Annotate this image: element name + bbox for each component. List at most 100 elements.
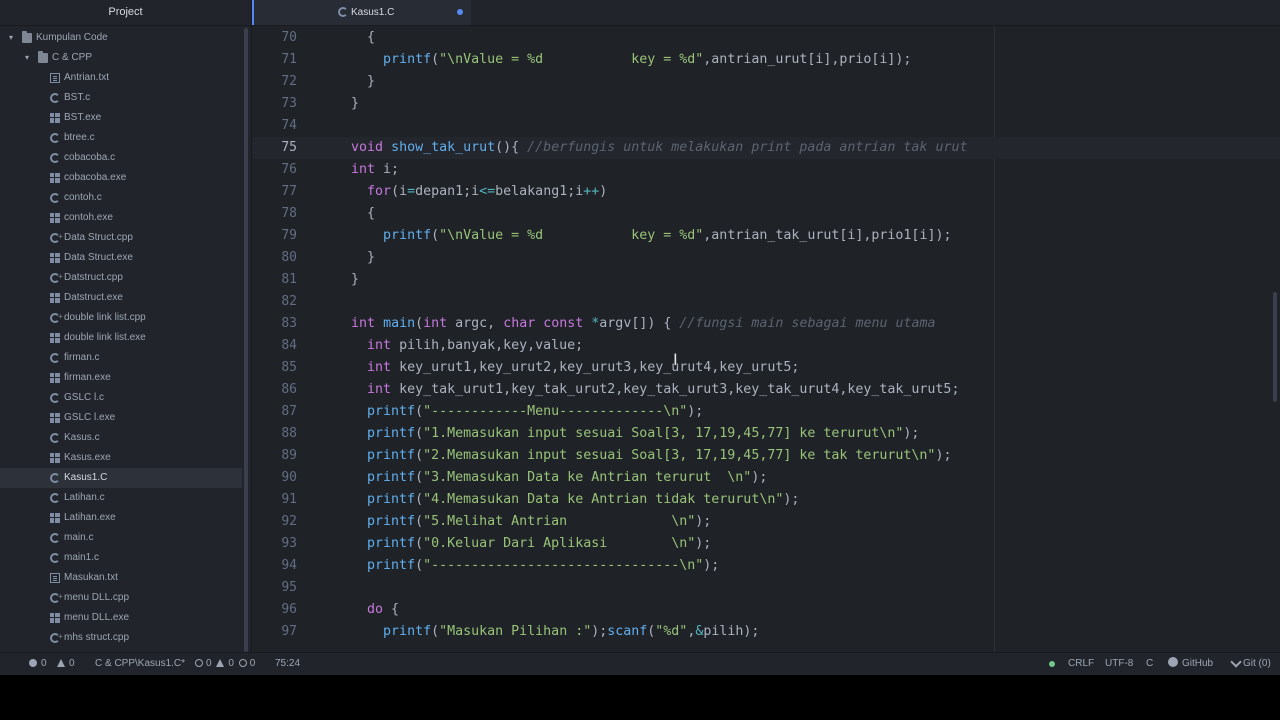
line-number: 92 — [281, 514, 297, 529]
code-line[interactable]: 73 } — [252, 93, 1280, 115]
code-line[interactable]: 95 — [252, 577, 1280, 599]
cursor-position[interactable]: 75:24 — [275, 653, 300, 675]
code-token: ( — [415, 536, 424, 551]
tree-file[interactable]: double link list.cpp — [0, 307, 242, 328]
line-number: 97 — [281, 624, 297, 639]
error-count[interactable]: 0 — [29, 653, 47, 675]
tree-file[interactable]: Kasus1.C — [0, 468, 242, 488]
github-button[interactable]: GitHub — [1168, 653, 1213, 675]
code-token: //berfungis untuk melakukan print pada a… — [527, 140, 968, 155]
tree-file[interactable]: main.c — [0, 528, 242, 548]
tree-file[interactable]: Latihan.c — [0, 488, 242, 508]
code-line[interactable]: 79 printf("\nValue = %d key = %d",antria… — [252, 225, 1280, 247]
sidebar-scrollbar[interactable] — [244, 28, 248, 652]
code-line[interactable]: 96 do { — [252, 599, 1280, 621]
code-line[interactable]: 75 void show_tak_urut(){ //berfungis unt… — [252, 137, 1280, 159]
code-line[interactable]: 71 printf("\nValue = %d key = %d",antria… — [252, 49, 1280, 71]
chevron-down-icon[interactable]: ▾ — [6, 28, 16, 48]
tree-file[interactable]: menu DLL.exe — [0, 608, 242, 628]
code-line[interactable]: 81 } — [252, 269, 1280, 291]
tree-file[interactable]: GSLC l.exe — [0, 408, 242, 428]
code-line[interactable]: 89 printf("2.Memasukan input sesuai Soal… — [252, 445, 1280, 467]
editor-scrollbar[interactable] — [1273, 292, 1277, 402]
git-button[interactable]: Git (0) — [1230, 653, 1271, 675]
code-line[interactable]: 93 printf("0.Keluar Dari Aplikasi \n"); — [252, 533, 1280, 555]
code-token: "0.Keluar Dari Aplikasi \n" — [423, 536, 696, 551]
c-file-icon — [50, 433, 60, 443]
tree-file[interactable]: menu DLL.cpp — [0, 587, 242, 608]
text-file-icon — [50, 573, 60, 583]
code-line[interactable]: 94 printf("-----------------------------… — [252, 555, 1280, 577]
tree-file[interactable]: Antrian.txt — [0, 68, 242, 88]
code-token: ( — [415, 470, 424, 485]
tree-file[interactable]: Latihan.exe — [0, 508, 242, 528]
code-line[interactable]: 77 for(i=depan1;i<=belakang1;i++) — [252, 181, 1280, 203]
tree-file[interactable]: Datstruct.exe — [0, 288, 242, 308]
code-line[interactable]: 72 } — [252, 71, 1280, 93]
tree-item-label: menu DLL.cpp — [64, 592, 130, 603]
code-line[interactable]: 97 printf("Masukan Pilihan :");scanf("%d… — [252, 621, 1280, 643]
code-line[interactable]: 91 printf("4.Memasukan Data ke Antrian t… — [252, 489, 1280, 511]
code-editor[interactable]: 70 {71 printf("\nValue = %d key = %d",an… — [252, 26, 1280, 652]
tree-file[interactable]: main1.c — [0, 548, 242, 568]
grammar-selector[interactable]: C — [1146, 653, 1153, 675]
tree-file[interactable]: Datstruct.cpp — [0, 267, 242, 288]
tree-file[interactable]: Masukan.txt — [0, 568, 242, 588]
code-token: printf — [367, 514, 416, 529]
code-line[interactable]: 80 } — [252, 247, 1280, 269]
tree-file[interactable]: BST.exe — [0, 108, 242, 128]
tree-file[interactable]: cobacoba.exe — [0, 168, 242, 188]
line-ending[interactable]: CRLF — [1068, 653, 1094, 675]
tree-file[interactable]: Kasus.c — [0, 428, 242, 448]
code-text: printf("3.Memasukan Data ke Antrian teru… — [335, 467, 767, 489]
chevron-down-icon[interactable]: ▾ — [22, 48, 32, 68]
tree-file[interactable]: mhs struct.cpp — [0, 627, 242, 648]
code-text: int i; — [335, 159, 399, 181]
warning-count[interactable]: 0 — [57, 653, 75, 675]
code-line[interactable]: 84 int pilih,banyak,key,value; — [252, 335, 1280, 357]
tree-file[interactable]: BST.c — [0, 88, 242, 108]
tree-file[interactable]: GSLC l.c — [0, 388, 242, 408]
tree-file[interactable]: firman.exe — [0, 368, 242, 388]
code-text: { — [335, 203, 375, 225]
code-line[interactable]: 92 printf("5.Melihat Antrian \n"); — [252, 511, 1280, 533]
tree-file[interactable]: cobacoba.c — [0, 148, 242, 168]
line-number: 85 — [281, 360, 297, 375]
code-line[interactable]: 90 printf("3.Memasukan Data ke Antrian t… — [252, 467, 1280, 489]
code-token: "5.Melihat Antrian \n" — [423, 514, 696, 529]
code-line[interactable]: 82 — [252, 291, 1280, 313]
code-line[interactable]: 83 int main(int argc, char const *argv[]… — [252, 313, 1280, 335]
code-line[interactable]: 85 int key_urut1,key_urut2,key_urut3,key… — [252, 357, 1280, 379]
modified-dot-icon[interactable] — [457, 9, 463, 15]
code-token: ); — [591, 624, 608, 639]
tree-file[interactable]: contoh.c — [0, 188, 242, 208]
code-line[interactable]: 78 { — [252, 203, 1280, 225]
exe-file-icon — [50, 253, 60, 263]
exe-file-icon — [50, 173, 60, 183]
code-line[interactable]: 87 printf("------------Menu-------------… — [252, 401, 1280, 423]
tree-file[interactable]: contoh.exe — [0, 208, 242, 228]
tree-file[interactable]: Data Struct.exe — [0, 248, 242, 268]
code-token: ); — [703, 558, 720, 573]
file-encoding[interactable]: UTF-8 — [1105, 653, 1133, 675]
tree-file[interactable]: Data Struct.cpp — [0, 227, 242, 248]
file-path[interactable]: C & CPP\Kasus1.C* — [95, 653, 185, 675]
code-line[interactable]: 88 printf("1.Memasukan input sesuai Soal… — [252, 423, 1280, 445]
tree-file[interactable]: btree.c — [0, 128, 242, 148]
lint-info-icon — [238, 659, 247, 667]
linter-status[interactable]: 0 0 0 — [195, 653, 255, 675]
code-line[interactable]: 74 — [252, 115, 1280, 137]
code-line[interactable]: 70 { — [252, 27, 1280, 49]
tab-kasus1-c[interactable]: Kasus1.C — [252, 0, 471, 25]
tree-file[interactable]: firman.c — [0, 348, 242, 368]
code-token: printf — [367, 492, 416, 507]
tree-folder[interactable]: ▾ C & CPP — [0, 48, 242, 68]
tree-file[interactable]: Kasus.exe — [0, 448, 242, 468]
code-line[interactable]: 76 int i; — [252, 159, 1280, 181]
code-line[interactable]: 86 int key_tak_urut1,key_tak_urut2,key_t… — [252, 379, 1280, 401]
tree-folder[interactable]: ▾ Kumpulan Code — [0, 28, 242, 48]
tree-file[interactable]: double link list.exe — [0, 328, 242, 348]
